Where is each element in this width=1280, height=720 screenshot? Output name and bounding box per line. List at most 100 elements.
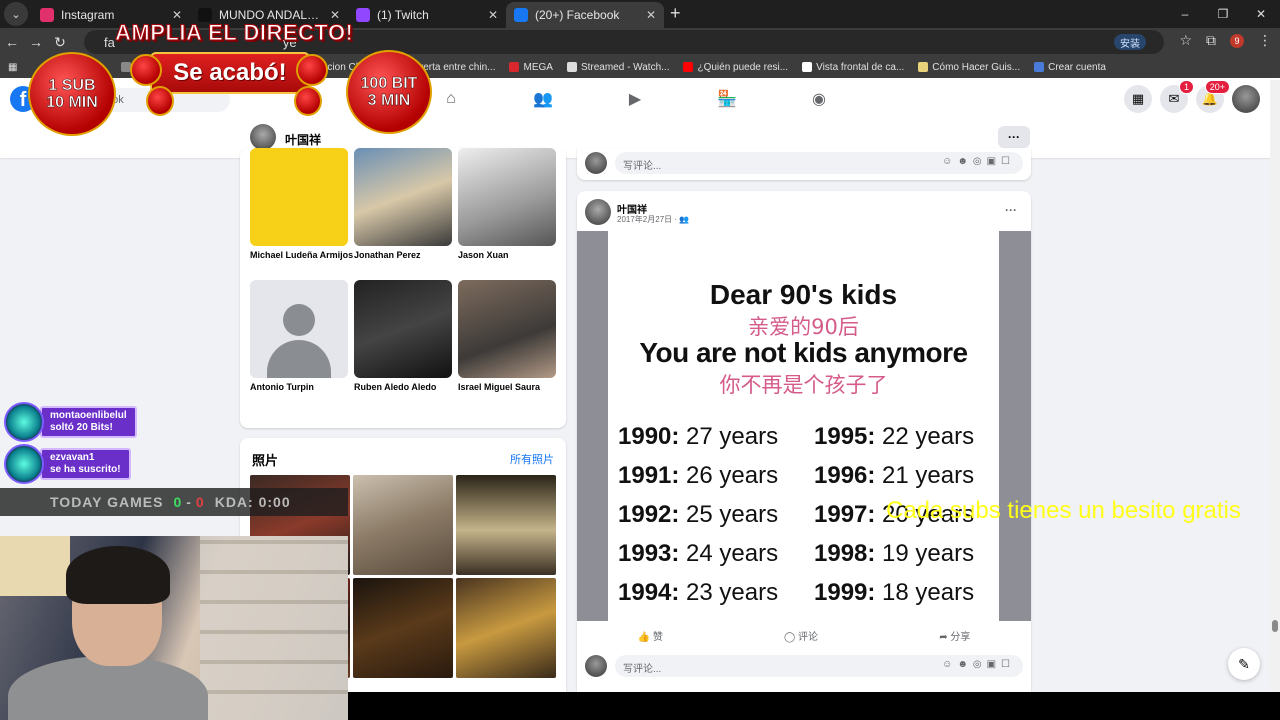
lantern-bits-text: 100 BIT 3 MIN [360, 75, 418, 110]
post-more-icon[interactable]: ··· [1005, 203, 1017, 217]
year-label: 1998: [814, 540, 876, 567]
bookmark-item[interactable]: Cómo Hacer Guis... [918, 60, 1020, 75]
extensions-icon[interactable]: ⧉ [1206, 32, 1216, 49]
friend-name[interactable]: Antonio Turpin [250, 382, 348, 392]
friend-name[interactable]: Ruben Aledo Aledo [354, 382, 452, 392]
menu-grid-icon[interactable]: ▦ [1124, 85, 1152, 113]
year-label: 1992: [618, 501, 680, 528]
bookmark-item[interactable]: Vista frontal de ca... [802, 60, 904, 75]
alert-message: soltó 20 Bits! [50, 422, 113, 433]
gift-icon [4, 444, 44, 484]
new-tab-button[interactable]: + [670, 3, 681, 24]
apps-icon[interactable]: ▦ [8, 62, 17, 73]
account-avatar[interactable] [1232, 85, 1260, 113]
friend-photo[interactable] [250, 148, 348, 246]
minimize-icon[interactable]: – [1166, 0, 1204, 28]
friend-name[interactable]: Jason Xuan [458, 250, 556, 260]
share-button[interactable]: ➦ 分享 [939, 628, 970, 643]
streamer-hair [66, 546, 170, 604]
bookmark-item[interactable]: MEGA [509, 60, 553, 75]
tab-close-icon[interactable]: ✕ [488, 8, 498, 22]
profile-avatar[interactable] [250, 124, 276, 150]
comment-input[interactable]: 写评论... ☺☻◎▣☐ [615, 655, 1023, 677]
photo-thumbnail[interactable] [456, 475, 556, 575]
browser-tab[interactable]: (1) Twitch ✕ [348, 2, 506, 28]
video-icon[interactable]: ▶ [624, 88, 646, 110]
wins-count: 0 [173, 494, 183, 510]
friend-photo[interactable] [458, 280, 556, 378]
friend-photo[interactable] [354, 280, 452, 378]
friend-name[interactable]: Michael Ludeña Armijos [250, 250, 353, 260]
bookmark-item[interactable]: ¿Quién puede resi... [683, 60, 788, 75]
menu-icon[interactable]: ⋮ [1258, 32, 1272, 49]
bookmark-star-icon[interactable]: ☆ [1179, 32, 1192, 49]
year-label: 1991: [618, 462, 680, 489]
stream-banner: AMPLIA EL DIRECTO! [114, 20, 354, 46]
friends-card: Michael Ludeña Armijos Jonathan Perez Jaso… [240, 148, 566, 428]
friend-tile[interactable]: Jonathan Perez [354, 148, 452, 260]
year-label: 1997: [814, 501, 876, 528]
webcam-feed [0, 536, 348, 720]
new-message-icon[interactable]: ✎ [1228, 648, 1260, 680]
groups-icon[interactable]: ◉ [808, 88, 830, 110]
comment-input[interactable]: 写评论... ☺☻◎▣☐ [615, 152, 1023, 174]
scrollbar-thumb[interactable] [1272, 620, 1278, 632]
year-row: 1998: 19 years [814, 540, 990, 568]
comment-emoji-icons[interactable]: ☺☻◎▣☐ [942, 659, 1015, 670]
comment-button[interactable]: ◯ 评论 [784, 628, 818, 643]
friend-tile[interactable]: Michael Ludeña Armijos [250, 148, 353, 260]
age-value: 26 years [679, 462, 779, 489]
age-value: 19 years [875, 540, 975, 567]
profile-name[interactable]: 叶国祥 [285, 131, 321, 148]
lantern-sub: 1 SUB 10 MIN [28, 52, 116, 136]
all-photos-link[interactable]: 所有照片 [510, 451, 554, 467]
forward-icon[interactable]: → [24, 34, 48, 50]
bookmark-item[interactable]: Crear cuenta [1034, 60, 1106, 75]
friend-name[interactable]: Israel Miguel Saura [458, 382, 556, 392]
install-app-button[interactable]: 安装 [1114, 34, 1146, 50]
friend-name[interactable]: Jonathan Perez [354, 250, 452, 260]
post-date[interactable]: 2017年2月27日 · 👥 [617, 214, 689, 225]
profile-badge[interactable]: 9 [1230, 33, 1244, 48]
bookmark-label: Crear cuenta [1048, 61, 1106, 73]
stream-alert: montaoenlibelul soltó 20 Bits! [4, 402, 137, 442]
image-line-1: Dear 90's kids [709, 279, 898, 310]
tab-search-icon[interactable]: ⌄ [4, 2, 28, 26]
year-row: 1996: 21 years [814, 462, 990, 490]
post-image[interactable]: Dear 90's kids 亲爱的90后 You are not kids a… [577, 231, 1031, 621]
lantern-bits: 100 BIT 3 MIN [346, 50, 432, 134]
reload-icon[interactable]: ↻ [48, 34, 72, 51]
friend-tile[interactable]: Israel Miguel Saura [458, 280, 556, 392]
marketplace-icon[interactable]: 🏪 [716, 88, 738, 110]
friend-tile[interactable]: Ruben Aledo Aledo [354, 280, 452, 392]
photo-thumbnail[interactable] [353, 578, 453, 678]
bookmark-icon [802, 62, 813, 72]
alert-user: montaoenlibelul [50, 410, 127, 421]
notifications-icon[interactable]: 🔔 20+ [1196, 80, 1230, 113]
friend-photo[interactable] [458, 148, 556, 246]
more-options-button[interactable]: ··· [998, 126, 1030, 148]
comment-placeholder: 写评论... [623, 664, 662, 675]
messenger-icon[interactable]: ✉ 1 [1160, 80, 1194, 113]
page-scrollbar[interactable] [1270, 80, 1280, 692]
close-window-icon[interactable]: ✕ [1242, 0, 1280, 28]
photo-thumbnail[interactable] [456, 578, 556, 678]
photo-thumbnail[interactable] [353, 475, 453, 575]
post-author-avatar[interactable] [585, 199, 611, 225]
maximize-icon[interactable]: ❐ [1204, 0, 1242, 28]
friends-icon[interactable]: 👥 [532, 88, 554, 110]
home-icon[interactable]: ⌂ [440, 88, 462, 110]
bookmark-item[interactable]: Streamed - Watch... [566, 60, 669, 75]
bookmark-label: Cómo Hacer Guis... [932, 61, 1021, 73]
tab-close-icon[interactable]: ✕ [646, 8, 656, 22]
like-button[interactable]: 👍 赞 [638, 628, 663, 643]
friends-audience-icon: 👥 [679, 215, 690, 224]
browser-tab[interactable]: (20+) Facebook ✕ [506, 2, 664, 28]
stream-signboard: Se acabó! [150, 52, 310, 94]
back-icon[interactable]: ← [0, 34, 24, 50]
friend-tile[interactable]: Jason Xuan [458, 148, 556, 260]
friend-tile[interactable]: Antonio Turpin [250, 280, 348, 392]
friend-photo[interactable] [354, 148, 452, 246]
comment-emoji-icons[interactable]: ☺☻◎▣☐ [942, 156, 1015, 167]
friend-photo[interactable] [250, 280, 348, 378]
